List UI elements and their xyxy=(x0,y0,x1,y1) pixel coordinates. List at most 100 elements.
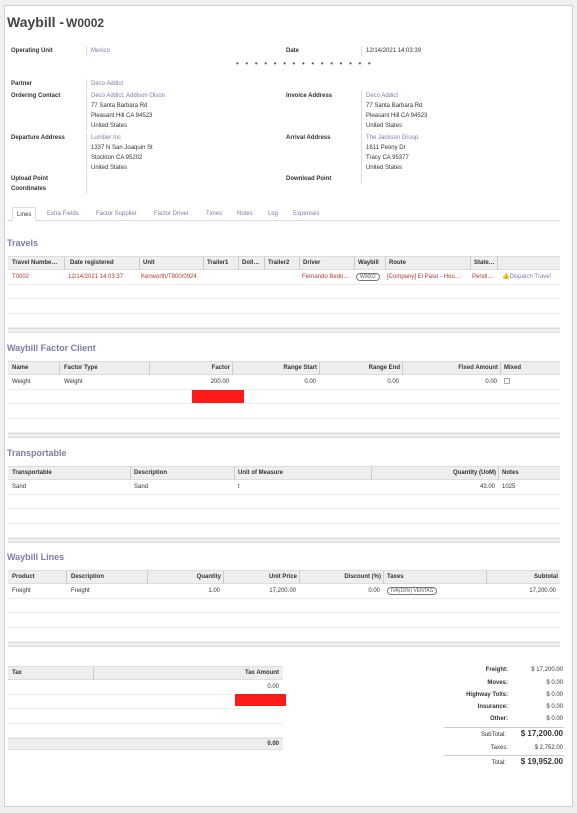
col-description[interactable]: Description xyxy=(132,467,235,480)
col-notes[interactable]: Notes xyxy=(500,467,560,480)
moves-value: $ 0.00 xyxy=(546,680,563,686)
col-tax[interactable]: Tax xyxy=(10,667,94,680)
factor-fixed-amount: 0.00 xyxy=(485,379,497,385)
transportable-table: Transportable Description Unit of Measur… xyxy=(8,466,560,543)
invoice-address-name[interactable]: Deco Addict xyxy=(366,91,551,101)
tab-factor-supplier[interactable]: Factor Supplier xyxy=(92,207,141,221)
col-transportable[interactable]: Transportable xyxy=(10,467,131,480)
factor-client-table: Name Factor Type Factor Range Start Rang… xyxy=(8,361,560,438)
col-trailer2[interactable]: Trailer2 xyxy=(266,257,300,270)
tab-lines[interactable]: Lines xyxy=(12,207,37,221)
empty-row xyxy=(8,509,560,524)
waybill-badge: W0002 xyxy=(356,273,380,281)
partner-field[interactable]: Deco Addict xyxy=(86,79,276,89)
col-subtotal[interactable]: Subtotal xyxy=(488,571,560,584)
departure-address-name[interactable]: Lumber Inc xyxy=(91,133,276,143)
transportable-qty: 43.00 xyxy=(479,484,495,490)
tab-times[interactable]: Times xyxy=(202,207,226,221)
transportable-header: Transportable Description Unit of Measur… xyxy=(8,466,560,480)
total-label: Total: xyxy=(491,760,506,766)
col-line-description[interactable]: Description xyxy=(69,571,148,584)
tab-factor-driver[interactable]: Factor Driver xyxy=(150,207,193,221)
col-discount[interactable]: Discount (%) xyxy=(301,571,384,584)
date-field[interactable]: 12/14/2021 14:03:39 xyxy=(361,46,551,56)
col-unit-price[interactable]: Unit Price xyxy=(225,571,300,584)
travels-footer xyxy=(8,328,560,333)
tab-expenses[interactable]: Expenses xyxy=(289,207,323,221)
col-taxes[interactable]: Taxes xyxy=(385,571,487,584)
col-factor[interactable]: Factor xyxy=(151,362,233,375)
insurance-value: $ 0.00 xyxy=(546,704,563,710)
col-range-start[interactable]: Range Start xyxy=(234,362,320,375)
col-unit[interactable]: Unit xyxy=(141,257,204,270)
ordering-contact-field[interactable]: Deco Addict, Addison Olson 77 Santa Barb… xyxy=(86,91,276,131)
partner-label: Partner xyxy=(11,81,33,87)
waybill-lines-footer xyxy=(8,642,560,647)
empty-row xyxy=(8,390,560,404)
travel-driver: Fernando Bedo… xyxy=(302,274,350,280)
download-point-field[interactable] xyxy=(361,174,551,184)
col-factor-type[interactable]: Factor Type xyxy=(62,362,150,375)
moves-label: Moves: xyxy=(487,680,508,686)
col-product[interactable]: Product xyxy=(10,571,67,584)
col-range-end[interactable]: Range End xyxy=(321,362,403,375)
col-travel-number[interactable]: Travel Numbe… xyxy=(10,257,65,270)
taxes-label: Taxes: xyxy=(490,745,508,751)
empty-row xyxy=(8,299,560,314)
transportable-footer xyxy=(8,538,560,543)
arrival-address-field[interactable]: The Jackson Group 1611 Peony Dr Tracy CA… xyxy=(361,133,551,173)
tab-log[interactable]: Log xyxy=(264,207,282,221)
table-row[interactable]: Weight Weight 200.00 0.00 0.00 0.00 xyxy=(8,375,560,390)
table-row[interactable]: Sand Sand t 43.00 1025 xyxy=(8,480,560,495)
transportable-description: Sand xyxy=(134,484,149,490)
empty-row xyxy=(8,599,560,613)
travels-title: Travels xyxy=(7,238,39,248)
col-line-quantity[interactable]: Quantity xyxy=(149,571,224,584)
tax-badge: IVA(16%) VENTAS xyxy=(387,587,438,595)
table-row[interactable]: T0002 12/14/2021 14:03:37 Kenworth/T800/… xyxy=(8,270,560,285)
col-dolly[interactable]: Dolly… xyxy=(240,257,265,270)
tab-notes[interactable]: Notes xyxy=(233,207,257,221)
col-mixed[interactable]: Mixed xyxy=(502,362,560,375)
col-waybill[interactable]: Waybill xyxy=(356,257,386,270)
invoice-address-field[interactable]: Deco Addict 77 Santa Barbara Rd Pleasant… xyxy=(361,91,551,131)
table-row[interactable]: 0.00 xyxy=(8,680,283,695)
mixed-checkbox[interactable] xyxy=(502,375,522,389)
travel-unit: Kenworth/T800/0924 xyxy=(141,274,197,280)
other-label: Other: xyxy=(490,716,508,722)
ordering-contact-name[interactable]: Deco Addict, Addison Olson xyxy=(91,91,276,101)
dispatch-travel-button[interactable]: 👍Dispatch Travel xyxy=(500,270,560,284)
col-quantity[interactable]: Quantity (UoM) xyxy=(373,467,499,480)
tab-extra-fields[interactable]: Extra Fields xyxy=(43,207,83,221)
col-route[interactable]: Route xyxy=(387,257,471,270)
invoice-address-street: 77 Santa Barbara Rd xyxy=(366,103,423,109)
upload-point-field[interactable] xyxy=(86,174,276,194)
col-fixed-amount[interactable]: Fixed Amount xyxy=(404,362,501,375)
operating-unit-field[interactable]: Mexico xyxy=(86,46,276,56)
empty-row xyxy=(8,524,560,538)
departure-address-field[interactable]: Lumber Inc 1337 N San Joaquin St Stockto… xyxy=(86,133,276,173)
line-description: Freight xyxy=(71,588,90,594)
arrival-address-name[interactable]: The Jackson Group xyxy=(366,133,551,143)
empty-row xyxy=(8,404,560,419)
col-date-registered[interactable]: Date registered xyxy=(68,257,140,270)
factor-client-header: Name Factor Type Factor Range Start Rang… xyxy=(8,361,560,375)
highway-tolls-value: $ 0.00 xyxy=(546,692,563,698)
factor-name: Weight xyxy=(12,379,31,385)
line-subtotal: 17,200.00 xyxy=(529,588,556,594)
col-tax-amount[interactable]: Tax Amount xyxy=(95,667,281,680)
upload-point-label-line1: Upload Point xyxy=(11,176,48,182)
col-state[interactable]: State… xyxy=(472,257,498,270)
col-uom[interactable]: Unit of Measure xyxy=(236,467,372,480)
arrival-address-street: 1611 Peony Dr xyxy=(366,145,406,151)
col-driver[interactable]: Driver xyxy=(301,257,355,270)
table-row[interactable]: Freight Freight 1.00 17,200.00 0.00 IVA(… xyxy=(8,584,560,599)
arrival-address-country: United States xyxy=(366,165,403,171)
factor-range-start: 0.00 xyxy=(304,379,316,385)
col-trailer1[interactable]: Trailer1 xyxy=(205,257,239,270)
subtotal-label: SubTotal: xyxy=(480,732,506,738)
line-quantity: 1.00 xyxy=(208,588,220,594)
dispatch-travel-label: Dispatch Travel xyxy=(509,274,551,280)
waybill-lines-table: Product Description Quantity Unit Price … xyxy=(8,570,560,647)
col-name[interactable]: Name xyxy=(10,362,60,375)
